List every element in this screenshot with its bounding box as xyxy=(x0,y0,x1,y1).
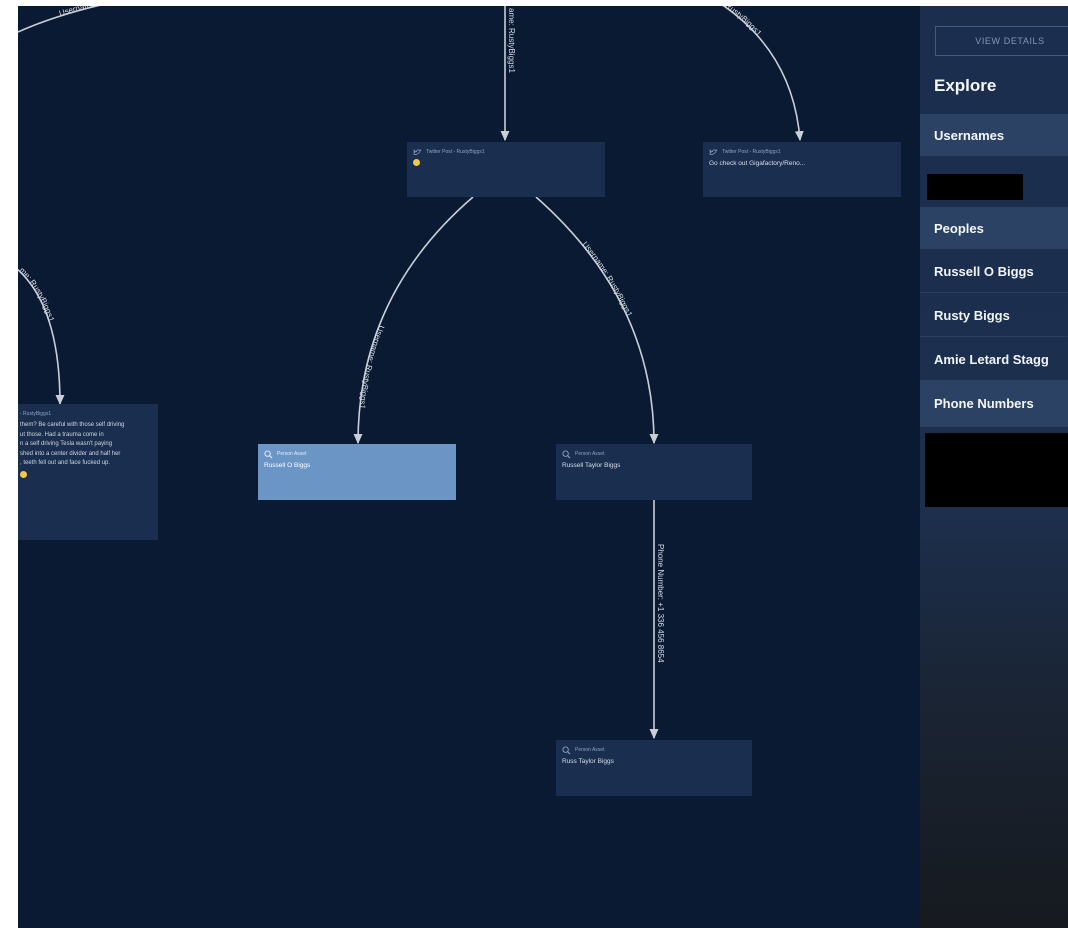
twitter-icon xyxy=(709,148,718,157)
edge-mid-right[interactable] xyxy=(535,196,659,445)
edge-label-top-right: RustyBiggs1 xyxy=(724,6,764,38)
node-text: them? Be careful with those self driving… xyxy=(20,422,125,466)
edge-top-right[interactable] xyxy=(718,6,804,142)
section-usernames[interactable]: Usernames xyxy=(920,114,1068,156)
people-item-label: Rusty Biggs xyxy=(934,307,1010,323)
panel-title: Explore xyxy=(934,76,997,95)
people-item-russell-o-biggs[interactable]: Russell O Biggs xyxy=(920,250,1068,293)
twitter-icon xyxy=(413,148,422,157)
node-person-name: Russell Taylor Biggs xyxy=(562,462,621,469)
section-phone-numbers[interactable]: Phone Numbers xyxy=(920,380,1068,427)
magnifier-person-icon xyxy=(562,450,571,459)
node-person-russ-taylor-biggs[interactable]: Person Asset Russ Taylor Biggs xyxy=(556,740,752,796)
node-person-name: Russell O Biggs xyxy=(264,462,311,469)
edge-label-top-center: ame: RustyBiggs1 xyxy=(507,8,516,73)
edge-label-mid-right: Username: RustyBiggs1 xyxy=(580,240,634,319)
node-twitter-post-left[interactable]: - RustyBiggs1 them? Be careful with thos… xyxy=(18,404,158,540)
edge-label-top-left: Username... xyxy=(58,6,102,18)
graph-canvas[interactable]: Username... ame: RustyBiggs1 RustyBiggs1… xyxy=(18,6,920,928)
section-peoples[interactable]: Peoples xyxy=(920,207,1068,249)
redacted-username xyxy=(927,174,1023,200)
magnifier-person-icon xyxy=(264,450,273,459)
explore-panel: VIEW DETAILS Explore Usernames Peoples R… xyxy=(920,6,1068,928)
edge-mid-left[interactable] xyxy=(353,196,474,445)
redacted-phone-numbers xyxy=(925,433,1068,507)
node-twitter-post-2[interactable]: Twitter Post - RustyBiggs1 Go check out … xyxy=(703,142,901,197)
node-twitter-post-1[interactable]: Twitter Post - RustyBiggs1 xyxy=(407,142,605,197)
magnifier-person-icon xyxy=(562,746,571,755)
emoji-icon xyxy=(413,159,420,166)
node-type-label: Person Asset xyxy=(277,451,307,457)
edge-label-left: me: RustyBiggs1 xyxy=(18,266,56,324)
emoji-icon xyxy=(20,470,27,478)
people-item-label: Amie Letard Stagg xyxy=(934,351,1049,367)
node-person-russell-taylor-biggs[interactable]: Person Asset Russell Taylor Biggs xyxy=(556,444,752,500)
node-person-russell-o-biggs[interactable]: Person Asset Russell O Biggs xyxy=(258,444,456,500)
node-text: Go check out Gigafactory/Reno... xyxy=(709,160,806,167)
section-label: Usernames xyxy=(934,127,1005,143)
node-type-label: Person Asset xyxy=(575,451,605,457)
people-item-rusty-biggs[interactable]: Rusty Biggs xyxy=(920,294,1068,337)
node-person-name: Russ Taylor Biggs xyxy=(562,758,614,765)
view-details-button[interactable]: VIEW DETAILS xyxy=(935,26,1068,56)
node-type-label: Person Asset xyxy=(575,747,605,753)
people-item-label: Russell O Biggs xyxy=(934,263,1034,279)
node-type-label: - RustyBiggs1 xyxy=(20,411,52,417)
edge-label-phone: Phone Number: +1 336 456 8654 xyxy=(656,544,665,663)
section-label: Peoples xyxy=(934,220,984,236)
edge-label-mid-left: Username: RustyBiggs1 xyxy=(358,324,386,410)
people-item-amie-letard-stagg[interactable]: Amie Letard Stagg xyxy=(920,338,1068,380)
node-type-label: Twitter Post - RustyBiggs1 xyxy=(426,149,485,155)
node-type-label: Twitter Post - RustyBiggs1 xyxy=(722,149,781,155)
section-label: Phone Numbers xyxy=(934,396,1034,411)
